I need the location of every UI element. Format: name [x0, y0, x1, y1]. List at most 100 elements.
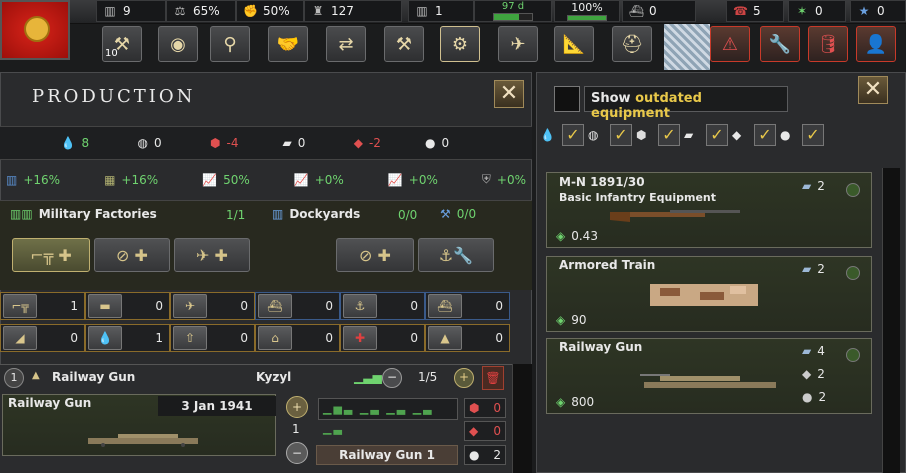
equipment-close-button[interactable]: ✕ — [858, 76, 888, 104]
equipment-scrollbar[interactable] — [882, 168, 900, 473]
trade-button[interactable]: ⇄ — [326, 26, 366, 62]
filter-oil-checkbox[interactable]: ✓ — [562, 124, 584, 146]
alert-tools-button[interactable]: 🔧 — [760, 26, 800, 62]
rubber-stat[interactable]: ◍ 0 — [138, 136, 194, 150]
add-infantry-production-button[interactable]: ⌐╦ ✚ — [12, 238, 90, 272]
modifier-efficiency-cap[interactable]: 📈 50% — [202, 172, 250, 187]
stock-grid: ⌐╦ 1 ▬ 0 ✈ 0 ⛴ 0 ⚓ 0 ⛴ 0 ◢ 0 💧 1 ⇧ 0 ⌂ 0 ✚ 0 ▲ 0 — [0, 292, 510, 352]
stock-medical[interactable]: ✚ 0 — [340, 324, 425, 352]
chromium-stat[interactable]: ● 0 — [425, 136, 471, 150]
filter-aluminium-checkbox[interactable]: ✓ — [658, 124, 680, 146]
filter-chromium-checkbox[interactable]: ✓ — [802, 124, 824, 146]
resource-navy-xp[interactable]: ★ 0 — [850, 0, 906, 22]
equipment-resource: ● 2 — [802, 390, 827, 404]
cost-aluminium: ⬢ 0 — [464, 398, 506, 418]
production-close-button[interactable]: ✕ — [494, 80, 524, 108]
variant-selector[interactable]: Railway Gun 1 — [316, 445, 458, 465]
no-anchor-icon: ⊘ ✚ — [359, 245, 391, 265]
modifier-retention[interactable]: 📈 +0% — [388, 172, 438, 187]
stock-destroyer[interactable]: ⛴ 0 — [255, 292, 340, 320]
stock-bunker[interactable]: ⌂ 0 — [255, 324, 340, 352]
design-button[interactable]: 📐 — [554, 26, 594, 62]
stock-supply[interactable]: 💧 1 — [85, 324, 170, 352]
alert-soldier-button[interactable]: 👤 — [856, 26, 896, 62]
anchor-wrench-icon: ⚓🔧 — [438, 245, 474, 265]
cap-icon: ⛑ — [620, 33, 644, 55]
resource-manpower[interactable]: ♜ 127 — [304, 0, 402, 22]
gear-icon: ⚙ — [451, 33, 469, 55]
stock-support[interactable]: ◢ 0 — [0, 324, 85, 352]
alert-gavel-button[interactable]: ⚠ — [710, 26, 750, 62]
convoy-icon: ⛴ — [428, 294, 462, 318]
resource-command-power[interactable]: ✶ 0 — [788, 0, 846, 22]
equipment-resource: ▰ 2 — [802, 179, 825, 193]
oil-stat[interactable]: 💧 8 — [61, 136, 122, 150]
show-outdated-label: Show outdated equipment — [584, 86, 788, 121]
equipment-resource: ▰ 2 — [802, 262, 825, 276]
chromium-icon: ● — [780, 128, 791, 142]
production-scrollbar[interactable] — [512, 364, 532, 473]
modifier-growth[interactable]: 📈 +0% — [294, 172, 344, 187]
add-factory-button[interactable]: + — [454, 368, 474, 388]
filter-steel-checkbox[interactable]: ✓ — [706, 124, 728, 146]
alert-oil-button[interactable]: 🛢 — [808, 26, 848, 62]
cost-tungsten: ◆ 0 — [464, 421, 506, 441]
factory-icon: ▥ — [104, 4, 116, 18]
remove-factory-button[interactable]: − — [382, 368, 402, 388]
repair-ships-button[interactable]: ⚓🔧 — [418, 238, 494, 272]
resource-fuel[interactable]: 97 d — [474, 0, 552, 22]
cost-chromium: ● 2 — [464, 445, 506, 465]
line-priority[interactable]: 1 — [4, 368, 24, 388]
logistics-button[interactable]: ✈ — [498, 26, 538, 62]
stock-anchor[interactable]: ⚓ 0 — [340, 292, 425, 320]
stock-fighter[interactable]: ✈ 0 — [170, 292, 255, 320]
resource-war-support[interactable]: ✊ 50% — [236, 0, 304, 22]
politics-button[interactable]: ⚒ 10 — [102, 26, 142, 62]
resource-factories[interactable]: ▥ 9 — [96, 0, 166, 22]
army-icon: ♜ — [312, 4, 324, 18]
stock-convoy[interactable]: ⛴ 0 — [425, 292, 510, 320]
delete-line-button[interactable]: 🗑 — [482, 366, 504, 390]
add-air-production-button[interactable]: ✈ ✚ — [174, 238, 250, 272]
filter-tungsten-checkbox[interactable]: ✓ — [754, 124, 776, 146]
modifier-output[interactable]: ▦ +16% — [104, 172, 158, 187]
diplomacy-button[interactable]: 🤝 — [268, 26, 308, 62]
increase-amount-button[interactable]: + — [286, 396, 308, 418]
construction-button[interactable]: ⚒ — [384, 26, 424, 62]
fighter-icon: ✈ — [173, 294, 207, 318]
military-factory-icon: ▥▥ — [10, 207, 33, 221]
tungsten-stat[interactable]: ◆ -2 — [354, 136, 409, 150]
alert-tools-icon: 🔧 — [768, 33, 792, 55]
add-naval-disabled-button[interactable]: ⊘ ✚ — [336, 238, 414, 272]
line-factories: 1/5 — [418, 370, 438, 384]
decrease-amount-button[interactable]: − — [286, 442, 308, 464]
modifiers-row: ▥ +16% ▦ +16% 📈 50% 📈 +0% 📈 +0% ⛨ +0% — [6, 172, 526, 187]
aluminium-stat[interactable]: ⬢ -4 — [210, 136, 266, 150]
retention-icon: 📈 — [387, 172, 403, 187]
steel-stat[interactable]: ▰ 0 — [282, 136, 337, 150]
modifier-armor[interactable]: ⛨ +0% — [482, 172, 526, 187]
add-tank-production-button[interactable]: ⊘ ✚ — [94, 238, 170, 272]
intelligence-button[interactable]: ◉ — [158, 26, 198, 62]
resource-decisions[interactable]: ☎ 5 — [726, 0, 784, 22]
resource-civilian[interactable]: ▥ 1 — [408, 0, 474, 22]
stock-mountain[interactable]: ▲ 0 — [425, 324, 510, 352]
resource-supply[interactable]: 100% — [554, 0, 620, 22]
aluminium-icon: ⬢ — [210, 136, 221, 150]
production-button[interactable]: ⚙ — [440, 26, 480, 62]
mountain-icon: ▲ — [428, 326, 462, 350]
country-flag[interactable] — [0, 0, 70, 60]
resource-stability[interactable]: ⚖ 65% — [166, 0, 236, 22]
stock-infantry[interactable]: ⌐╦ 1 — [0, 292, 85, 320]
show-outdated-checkbox[interactable] — [554, 86, 580, 112]
resource-convoys[interactable]: ⛴ 0 — [622, 0, 696, 22]
research-button[interactable]: ⚲ — [210, 26, 250, 62]
eye-icon: ◉ — [170, 33, 186, 55]
army-button[interactable]: ⛑ — [612, 26, 652, 62]
modifier-efficiency[interactable]: ▥ +16% — [6, 172, 60, 187]
filter-rubber-checkbox[interactable]: ✓ — [610, 124, 632, 146]
tank-icon: ▬ — [88, 294, 122, 318]
stock-tank[interactable]: ▬ 0 — [85, 292, 170, 320]
stock-upgrade[interactable]: ⇧ 0 — [170, 324, 255, 352]
move-up-icon[interactable]: ▲ — [32, 370, 40, 381]
